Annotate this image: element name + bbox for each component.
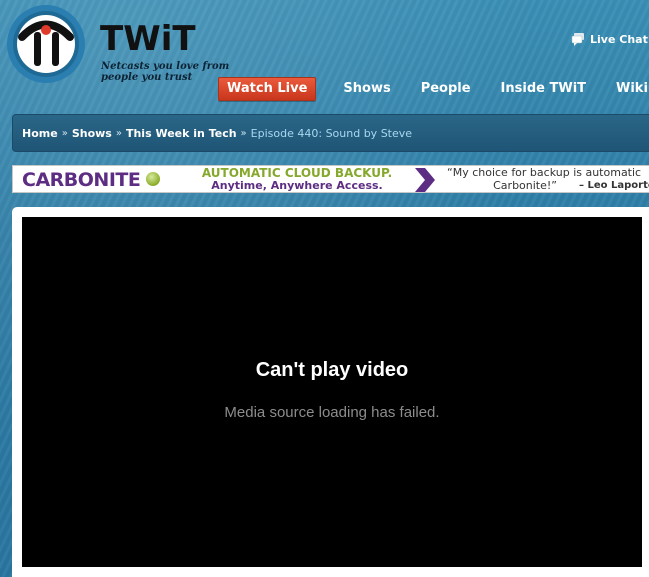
brand-name[interactable]: TWiT bbox=[100, 22, 196, 56]
breadcrumb-current-episode: Episode 440: Sound by Steve bbox=[250, 126, 413, 140]
twit-logo[interactable] bbox=[4, 4, 92, 84]
ad-quote-line-1: “My choice for backup is automatic bbox=[447, 166, 642, 179]
chevron-right-icon bbox=[415, 168, 435, 192]
live-chat-label: Live Chat bbox=[590, 32, 648, 46]
video-error-message: Media source loading has failed. bbox=[224, 404, 440, 421]
nav-wiki[interactable]: Wiki bbox=[616, 78, 648, 100]
nav-watch-live[interactable]: Watch Live bbox=[218, 77, 317, 101]
nav-shows[interactable]: Shows bbox=[343, 78, 390, 100]
live-chat-link[interactable]: Live Chat bbox=[571, 31, 648, 47]
carbonite-logo: CARBONITE bbox=[22, 169, 141, 191]
tagline-line-2: people you trust bbox=[101, 72, 193, 83]
ad-attribution: – Leo Laporte bbox=[579, 180, 649, 191]
ad-quote-line-2: Carbonite!” bbox=[493, 179, 557, 192]
carbonite-ad-banner[interactable]: CARBONITE AUTOMATIC CLOUD BACKUP. Anytim… bbox=[12, 165, 649, 193]
nav-inside-twit[interactable]: Inside TWiT bbox=[501, 78, 586, 100]
tagline-line-1: Netcasts you love from bbox=[101, 61, 230, 72]
twit-logo-icon bbox=[7, 5, 85, 83]
carbonite-globe-icon bbox=[146, 172, 160, 186]
breadcrumb-separator: » bbox=[115, 127, 122, 139]
breadcrumb: Home » Shows » This Week in Tech » Episo… bbox=[12, 114, 649, 152]
nav-people[interactable]: People bbox=[421, 78, 471, 100]
breadcrumb-separator: » bbox=[240, 127, 247, 139]
chat-bubble-icon bbox=[571, 33, 584, 46]
breadcrumb-home[interactable]: Home bbox=[22, 127, 58, 140]
breadcrumb-this-week-in-tech[interactable]: This Week in Tech bbox=[126, 127, 237, 140]
ad-subline: Anytime, Anywhere Access. bbox=[211, 179, 383, 192]
breadcrumb-shows[interactable]: Shows bbox=[72, 127, 112, 140]
main-nav: Watch Live Shows People Inside TWiT Wiki bbox=[218, 77, 648, 101]
breadcrumb-separator: » bbox=[61, 127, 68, 139]
video-error-title: Can't play video bbox=[255, 359, 409, 381]
tagline: Netcasts you love from people you trust bbox=[101, 61, 229, 83]
video-player[interactable]: Can't play video Media source loading ha… bbox=[22, 217, 642, 567]
